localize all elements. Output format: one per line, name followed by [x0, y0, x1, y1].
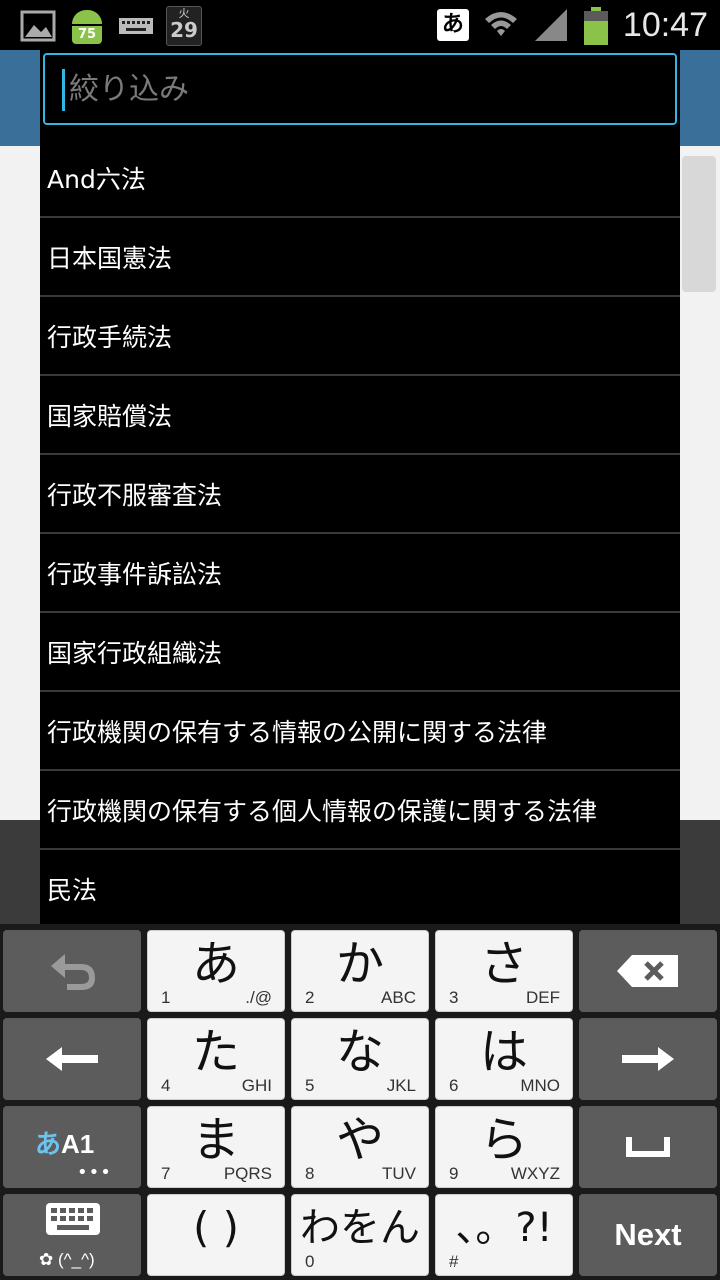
law-list-item[interactable]: 行政不服審査法 — [40, 455, 680, 534]
list-item-label: 行政事件訴訟法 — [47, 559, 223, 589]
key-ra[interactable]: ら 9 WXYZ — [435, 1106, 573, 1188]
list-item-label: 国家賠償法 — [47, 401, 173, 431]
system-icons: あ 10:47 — [436, 4, 708, 46]
keyboard-icon — [118, 8, 154, 44]
law-list-item[interactable]: 日本国憲法 — [40, 218, 680, 297]
law-list-item[interactable]: 国家行政組織法 — [40, 613, 680, 692]
filter-input[interactable] — [67, 59, 661, 119]
filter-box — [43, 53, 677, 125]
law-list-item[interactable]: 行政手続法 — [40, 297, 680, 376]
keyboard-switch-key[interactable]: ✿ (^_^) — [3, 1194, 141, 1276]
input-mode-label: あA1 — [35, 1129, 95, 1159]
law-list-item[interactable]: 国家賠償法 — [40, 376, 680, 455]
signal-icon — [533, 7, 569, 43]
key-ya[interactable]: や 8 TUV — [291, 1106, 429, 1188]
key-ta[interactable]: た 4 GHI — [147, 1018, 285, 1100]
law-list-item[interactable]: 民法 — [40, 850, 680, 927]
clock: 10:47 — [622, 5, 708, 44]
image-icon — [20, 8, 56, 44]
backspace-icon — [617, 955, 678, 987]
law-list-item[interactable]: And六法 — [40, 139, 680, 218]
next-key[interactable]: Next — [579, 1194, 717, 1276]
key-punctuation[interactable]: 、。?! # — [435, 1194, 573, 1276]
key-sa[interactable]: さ 3 DEF — [435, 930, 573, 1012]
notification-icons: 75 火 29 — [20, 6, 202, 46]
input-mode-key[interactable]: あA1 ••• — [3, 1106, 141, 1188]
key-ma[interactable]: ま 7 PQRS — [147, 1106, 285, 1188]
key-ka[interactable]: か 2 ABC — [291, 930, 429, 1012]
law-selector-dropdown: And六法 日本国憲法 行政手続法 国家賠償法 行政不服審査法 行政事件訴訟法 … — [40, 50, 680, 924]
arrow-right-icon — [622, 1047, 674, 1071]
status-bar: 75 火 29 あ 10:47 — [0, 0, 720, 50]
cursor-right-key[interactable] — [579, 1018, 717, 1100]
ime-indicator: あ — [436, 9, 469, 41]
key-a[interactable]: あ 1 ./@ — [147, 930, 285, 1012]
flower-icon: ✿ — [39, 1250, 54, 1269]
list-item-label: 行政手続法 — [47, 322, 173, 352]
text-cursor — [62, 69, 65, 111]
calendar-icon: 火 29 — [166, 6, 202, 46]
law-list-item[interactable]: 行政事件訴訟法 — [40, 534, 680, 613]
android-battery-icon: 75 — [68, 8, 106, 44]
key-wa[interactable]: わをん 0 — [291, 1194, 429, 1276]
keyboard-icon — [46, 1203, 100, 1235]
list-item-label: 行政機関の保有する個人情報の保護に関する法律 — [47, 796, 598, 826]
list-item-label: 行政不服審査法 — [47, 480, 223, 510]
key-ha[interactable]: は 6 MNO — [435, 1018, 573, 1100]
next-label: Next — [614, 1217, 682, 1252]
more-modes-indicator: ••• — [77, 1162, 112, 1183]
key-paren[interactable]: ( ) — [147, 1194, 285, 1276]
list-item-label: 日本国憲法 — [47, 243, 173, 273]
space-key[interactable] — [579, 1106, 717, 1188]
list-item-label: 民法 — [47, 875, 98, 905]
list-item-label: 国家行政組織法 — [47, 638, 223, 668]
undo-icon — [51, 954, 95, 990]
wifi-icon — [483, 7, 519, 43]
list-item-label: 行政機関の保有する情報の公開に関する法律 — [47, 717, 548, 747]
arrow-left-icon — [46, 1047, 98, 1071]
battery-icon — [583, 7, 609, 45]
ime-keyboard: あ 1 ./@ か 2 ABC さ 3 DEF た 4 GHI な 5 JKL … — [0, 924, 720, 1280]
law-list-item[interactable]: 行政機関の保有する情報の公開に関する法律 — [40, 692, 680, 771]
background-scroll-control — [682, 156, 716, 292]
key-na[interactable]: な 5 JKL — [291, 1018, 429, 1100]
undo-key[interactable] — [3, 930, 141, 1012]
emoticon-label: ✿ (^_^) — [39, 1250, 95, 1269]
list-item-label: And六法 — [47, 164, 146, 194]
backspace-key[interactable] — [579, 930, 717, 1012]
space-icon — [626, 1137, 670, 1157]
cursor-left-key[interactable] — [3, 1018, 141, 1100]
law-list-item[interactable]: 行政機関の保有する個人情報の保護に関する法律 — [40, 771, 680, 850]
